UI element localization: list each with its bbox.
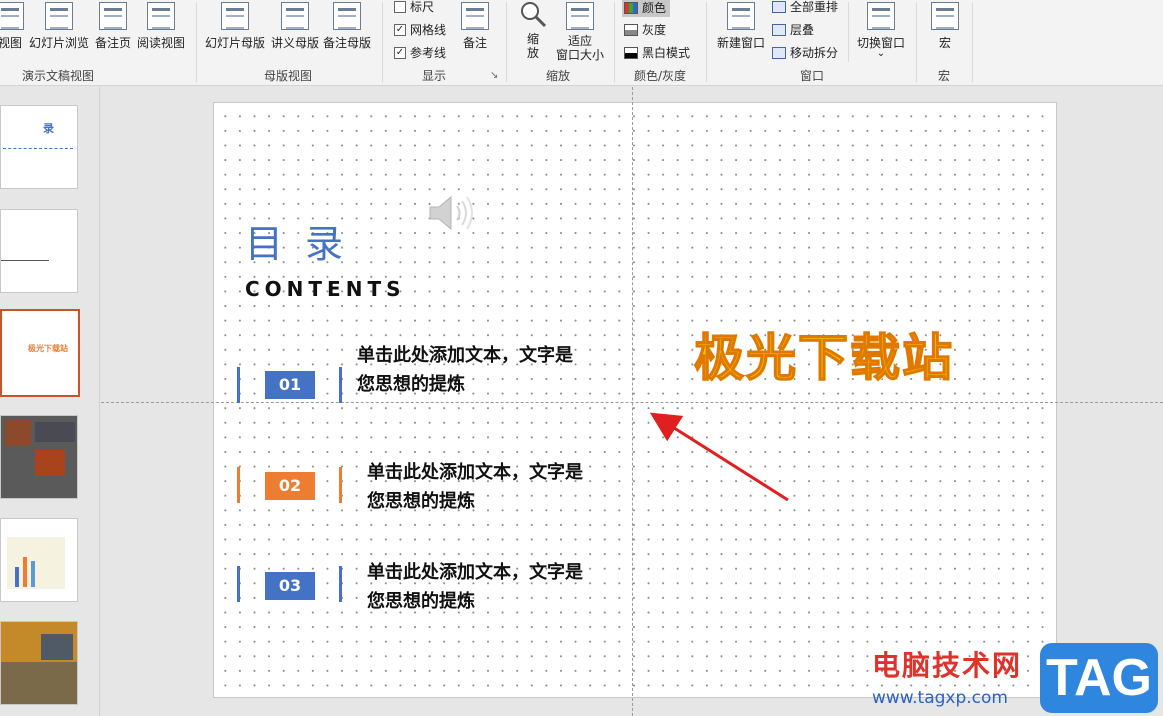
group-separator xyxy=(848,2,849,62)
arrange-all-icon xyxy=(772,0,786,13)
slide-thumbnail-pane: 录 极光下载站 xyxy=(0,87,100,716)
group-label-macros: 宏 xyxy=(938,69,951,83)
group-separator xyxy=(706,2,707,82)
watermark-url: www.tagxp.com xyxy=(872,688,1008,708)
wordart-text[interactable]: 极光下载站 xyxy=(693,318,954,390)
group-label-color-grayscale: 颜色/灰度 xyxy=(634,69,687,83)
reading-view-icon xyxy=(147,2,175,30)
gridlines-checkbox[interactable]: ✓ 网格线 xyxy=(394,21,446,38)
cascade-icon xyxy=(772,23,786,36)
notes-master-button[interactable]: 备注母版 xyxy=(322,0,372,66)
group-label-zoom: 缩放 xyxy=(546,69,571,83)
group-separator xyxy=(506,2,507,82)
slide-sorter-icon xyxy=(45,2,73,30)
group-separator xyxy=(382,2,383,82)
notes-page-icon xyxy=(99,2,127,30)
handout-master-icon xyxy=(281,2,309,30)
move-split-icon xyxy=(772,46,786,59)
group-separator xyxy=(614,2,615,82)
slide-thumbnail[interactable] xyxy=(0,209,78,293)
handout-master-button[interactable]: 讲义母版 xyxy=(270,0,320,66)
slide-master-icon xyxy=(221,2,249,30)
ruler-checkbox[interactable]: 标尺 xyxy=(394,0,434,15)
slide-master-button[interactable]: 幻灯片母版 xyxy=(204,0,266,66)
gridlines-check-box[interactable]: ✓ xyxy=(394,23,406,36)
slide-thumbnail[interactable]: 录 xyxy=(0,105,78,189)
cascade-button[interactable]: 层叠 xyxy=(772,21,814,38)
magnifier-icon xyxy=(521,2,547,28)
fit-to-window-button[interactable]: 适应 窗口大小 xyxy=(554,0,606,66)
new-window-button[interactable]: 新建窗口 xyxy=(714,0,768,66)
notes-icon xyxy=(461,2,489,30)
group-label-presentation-views: 演示文稿视图 xyxy=(22,69,95,83)
slide-title-en[interactable]: CONTENTS xyxy=(245,277,406,301)
normal-view-icon xyxy=(0,2,24,30)
group-label-master-views: 母版视图 xyxy=(264,69,313,83)
fit-window-icon xyxy=(566,2,594,30)
item-text[interactable]: 单击此处添加文本，文字是 您思想的提炼 xyxy=(367,558,583,616)
normal-view-button[interactable]: 视图 xyxy=(0,0,26,66)
slide-thumbnail[interactable] xyxy=(0,621,78,705)
group-separator xyxy=(972,2,973,82)
color-swatch-icon xyxy=(624,1,638,14)
group-separator xyxy=(196,2,197,82)
switch-windows-icon xyxy=(867,2,895,30)
black-white-button[interactable]: 黑白模式 xyxy=(624,44,690,61)
ribbon: 视图 幻灯片浏览 备注页 阅读视图 演示文稿视图 幻灯片母版 讲义母版 备注母版… xyxy=(0,0,1163,86)
grayscale-button[interactable]: 灰度 xyxy=(624,21,666,38)
slide-sorter-button[interactable]: 幻灯片浏览 xyxy=(28,0,90,66)
notes-page-button[interactable]: 备注页 xyxy=(94,0,132,66)
group-label-window: 窗口 xyxy=(800,69,825,83)
item-number-box[interactable]: 03 xyxy=(265,572,315,600)
watermark-site-name: 电脑技术网 xyxy=(872,649,1023,682)
item-text[interactable]: 单击此处添加文本，文字是 您思想的提炼 xyxy=(357,341,573,399)
item-number-box[interactable]: 02 xyxy=(265,472,315,500)
slide-thumbnail-active[interactable]: 极光下载站 xyxy=(0,309,80,397)
macro-icon xyxy=(931,2,959,30)
speaker-icon[interactable] xyxy=(426,192,478,234)
slide-thumbnail[interactable] xyxy=(0,415,78,499)
dialog-launcher-icon[interactable]: ↘ xyxy=(490,70,498,81)
zoom-button[interactable]: 缩 放 xyxy=(516,0,550,66)
notes-button[interactable]: 备注 xyxy=(456,0,494,66)
grayscale-icon xyxy=(624,23,638,36)
move-split-button[interactable]: 移动拆分 xyxy=(772,44,838,61)
macros-button[interactable]: 宏 xyxy=(928,0,962,66)
black-white-icon xyxy=(624,46,638,59)
watermark-tag-logo: TAG xyxy=(1040,643,1158,713)
arrange-all-button[interactable]: 全部重排 xyxy=(772,0,838,15)
guides-check-box[interactable]: ✓ xyxy=(394,46,406,59)
notes-master-icon xyxy=(333,2,361,30)
group-label-show: 显示 xyxy=(422,69,447,83)
item-text[interactable]: 单击此处添加文本，文字是 您思想的提炼 xyxy=(367,458,583,516)
slide-title-cn[interactable]: 目录 xyxy=(245,213,365,268)
reading-view-button[interactable]: 阅读视图 xyxy=(136,0,186,66)
slide-thumbnail[interactable] xyxy=(0,518,78,602)
ruler-check-box[interactable] xyxy=(394,0,406,13)
item-number-box[interactable]: 01 xyxy=(265,371,315,399)
color-button[interactable]: 颜色 xyxy=(622,0,671,17)
chevron-down-icon: ⌄ xyxy=(876,48,886,59)
new-window-icon xyxy=(727,2,755,30)
switch-windows-button[interactable]: 切换窗口 ⌄ xyxy=(854,0,908,66)
group-separator xyxy=(916,2,917,82)
guides-checkbox[interactable]: ✓ 参考线 xyxy=(394,44,446,61)
